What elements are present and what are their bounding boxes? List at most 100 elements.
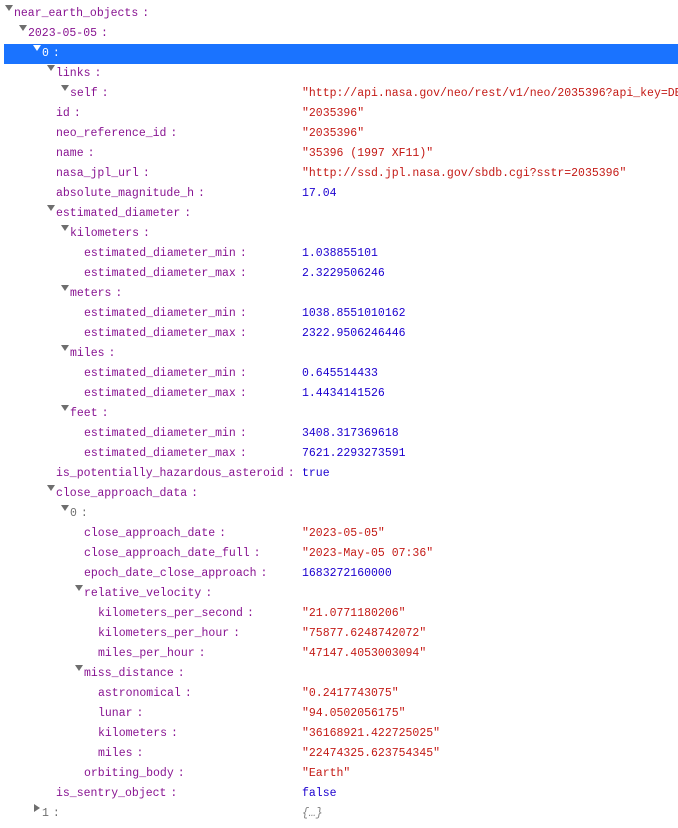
tree-row[interactable]: nasa_jpl_url:"http://ssd.jpl.nasa.gov/sb…	[4, 164, 678, 184]
tree-key[interactable]: estimated_diameter_min:	[84, 364, 247, 384]
tree-key[interactable]: absolute_magnitude_h:	[56, 184, 205, 204]
tree-row[interactable]: name:"35396 (1997 XF11)"	[4, 144, 678, 164]
tree-row[interactable]: 2023-05-05:	[4, 24, 678, 44]
tree-row[interactable]: near_earth_objects:	[4, 4, 678, 24]
tree-key[interactable]: nasa_jpl_url:	[56, 164, 150, 184]
tree-row[interactable]: miss_distance:	[4, 664, 678, 684]
tree-key[interactable]: estimated_diameter_max:	[84, 264, 247, 284]
tree-key[interactable]: astronomical:	[98, 684, 192, 704]
tree-key[interactable]: kilometers_per_second:	[98, 604, 254, 624]
tree-key[interactable]: lunar:	[98, 704, 143, 724]
tree-key-label: kilometers	[98, 724, 171, 744]
twisty-icon[interactable]	[60, 224, 70, 232]
tree-row[interactable]: is_potentially_hazardous_asteroid:true	[4, 464, 678, 484]
tree-row[interactable]: estimated_diameter_min:1038.8551010162	[4, 304, 678, 324]
tree-key[interactable]: kilometers_per_hour:	[98, 624, 240, 644]
tree-key[interactable]: kilometers:	[70, 224, 150, 244]
tree-row[interactable]: feet:	[4, 404, 678, 424]
tree-value: 2.3229506246	[302, 267, 385, 280]
tree-key[interactable]: 1:	[42, 804, 60, 824]
twisty-icon[interactable]	[60, 504, 70, 512]
tree-key[interactable]: 0:	[70, 504, 88, 524]
tree-key[interactable]: 2023-05-05:	[28, 24, 108, 44]
tree-key[interactable]: miles:	[98, 744, 143, 764]
twisty-icon[interactable]	[60, 284, 70, 292]
tree-row[interactable]: estimated_diameter_max:2322.9506246446	[4, 324, 678, 344]
tree-row[interactable]: neo_reference_id:"2035396"	[4, 124, 678, 144]
tree-key[interactable]: estimated_diameter_min:	[84, 424, 247, 444]
tree-key[interactable]: close_approach_data:	[56, 484, 198, 504]
tree-row[interactable]: is_sentry_object:false	[4, 784, 678, 804]
tree-row[interactable]: 0:	[4, 504, 678, 524]
twisty-icon[interactable]	[46, 64, 56, 72]
tree-row[interactable]: estimated_diameter_min:0.645514433	[4, 364, 678, 384]
tree-row[interactable]: absolute_magnitude_h:17.04	[4, 184, 678, 204]
twisty-icon[interactable]	[74, 584, 84, 592]
twisty-icon[interactable]	[46, 484, 56, 492]
twisty-icon[interactable]	[46, 204, 56, 212]
tree-key[interactable]: miles_per_hour:	[98, 644, 206, 664]
tree-key-label: estimated_diameter_min	[84, 364, 240, 384]
tree-key[interactable]: meters:	[70, 284, 122, 304]
tree-key[interactable]: feet:	[70, 404, 109, 424]
tree-key[interactable]: estimated_diameter_max:	[84, 324, 247, 344]
tree-row[interactable]: orbiting_body:"Earth"	[4, 764, 678, 784]
tree-row[interactable]: estimated_diameter_min:1.038855101	[4, 244, 678, 264]
tree-row[interactable]: close_approach_date_full:"2023-May-05 07…	[4, 544, 678, 564]
tree-key[interactable]: orbiting_body:	[84, 764, 185, 784]
tree-key[interactable]: miles:	[70, 344, 115, 364]
twisty-icon[interactable]	[18, 24, 28, 32]
tree-key[interactable]: links:	[56, 64, 101, 84]
twisty-icon[interactable]	[32, 804, 42, 812]
tree-row[interactable]: close_approach_data:	[4, 484, 678, 504]
tree-row[interactable]: relative_velocity:	[4, 584, 678, 604]
tree-key[interactable]: estimated_diameter:	[56, 204, 191, 224]
tree-row[interactable]: kilometers_per_hour:"75877.6248742072"	[4, 624, 678, 644]
tree-key[interactable]: kilometers:	[98, 724, 178, 744]
tree-row[interactable]: miles_per_hour:"47147.4053003094"	[4, 644, 678, 664]
tree-key[interactable]: estimated_diameter_max:	[84, 444, 247, 464]
tree-row[interactable]: id:"2035396"	[4, 104, 678, 124]
tree-key[interactable]: estimated_diameter_max:	[84, 384, 247, 404]
twisty-icon[interactable]	[32, 44, 42, 52]
tree-key[interactable]: self:	[70, 84, 109, 104]
tree-row[interactable]: estimated_diameter_max:1.4434141526	[4, 384, 678, 404]
tree-key[interactable]: neo_reference_id:	[56, 124, 177, 144]
tree-key[interactable]: 0:	[42, 44, 60, 64]
tree-key[interactable]: is_potentially_hazardous_asteroid:	[56, 464, 295, 484]
tree-key[interactable]: id:	[56, 104, 81, 124]
tree-key[interactable]: relative_velocity:	[84, 584, 212, 604]
tree-row[interactable]: estimated_diameter_min:3408.317369618	[4, 424, 678, 444]
tree-key[interactable]: epoch_date_close_approach:	[84, 564, 267, 584]
tree-row[interactable]: self:"http://api.nasa.gov/neo/rest/v1/ne…	[4, 84, 678, 104]
tree-key[interactable]: name:	[56, 144, 95, 164]
tree-row[interactable]: 1:{…}	[4, 804, 678, 824]
tree-row[interactable]: meters:	[4, 284, 678, 304]
tree-key[interactable]: is_sentry_object:	[56, 784, 177, 804]
tree-key[interactable]: close_approach_date:	[84, 524, 226, 544]
twisty-icon[interactable]	[60, 344, 70, 352]
tree-row[interactable]: estimated_diameter:	[4, 204, 678, 224]
twisty-icon[interactable]	[4, 4, 14, 12]
tree-key[interactable]: near_earth_objects:	[14, 4, 149, 24]
tree-row[interactable]: kilometers:"36168921.422725025"	[4, 724, 678, 744]
tree-row[interactable]: close_approach_date:"2023-05-05"	[4, 524, 678, 544]
tree-row[interactable]: miles:"22474325.623754345"	[4, 744, 678, 764]
tree-row[interactable]: lunar:"94.0502056175"	[4, 704, 678, 724]
twisty-icon[interactable]	[60, 404, 70, 412]
tree-key[interactable]: close_approach_date_full:	[84, 544, 261, 564]
tree-row[interactable]: astronomical:"0.2417743075"	[4, 684, 678, 704]
tree-row[interactable]: estimated_diameter_max:7621.2293273591	[4, 444, 678, 464]
tree-row[interactable]: estimated_diameter_max: 2.3229506246	[4, 264, 678, 284]
tree-key[interactable]: estimated_diameter_min:	[84, 244, 247, 264]
tree-key[interactable]: miss_distance:	[84, 664, 185, 684]
tree-row[interactable]: kilometers:	[4, 224, 678, 244]
tree-row[interactable]: 0:	[4, 44, 678, 64]
tree-row[interactable]: kilometers_per_second:"21.0771180206"	[4, 604, 678, 624]
tree-row[interactable]: miles:	[4, 344, 678, 364]
tree-row[interactable]: epoch_date_close_approach:1683272160000	[4, 564, 678, 584]
twisty-icon[interactable]	[60, 84, 70, 92]
twisty-icon[interactable]	[74, 664, 84, 672]
tree-row[interactable]: links:	[4, 64, 678, 84]
tree-key[interactable]: estimated_diameter_min:	[84, 304, 247, 324]
